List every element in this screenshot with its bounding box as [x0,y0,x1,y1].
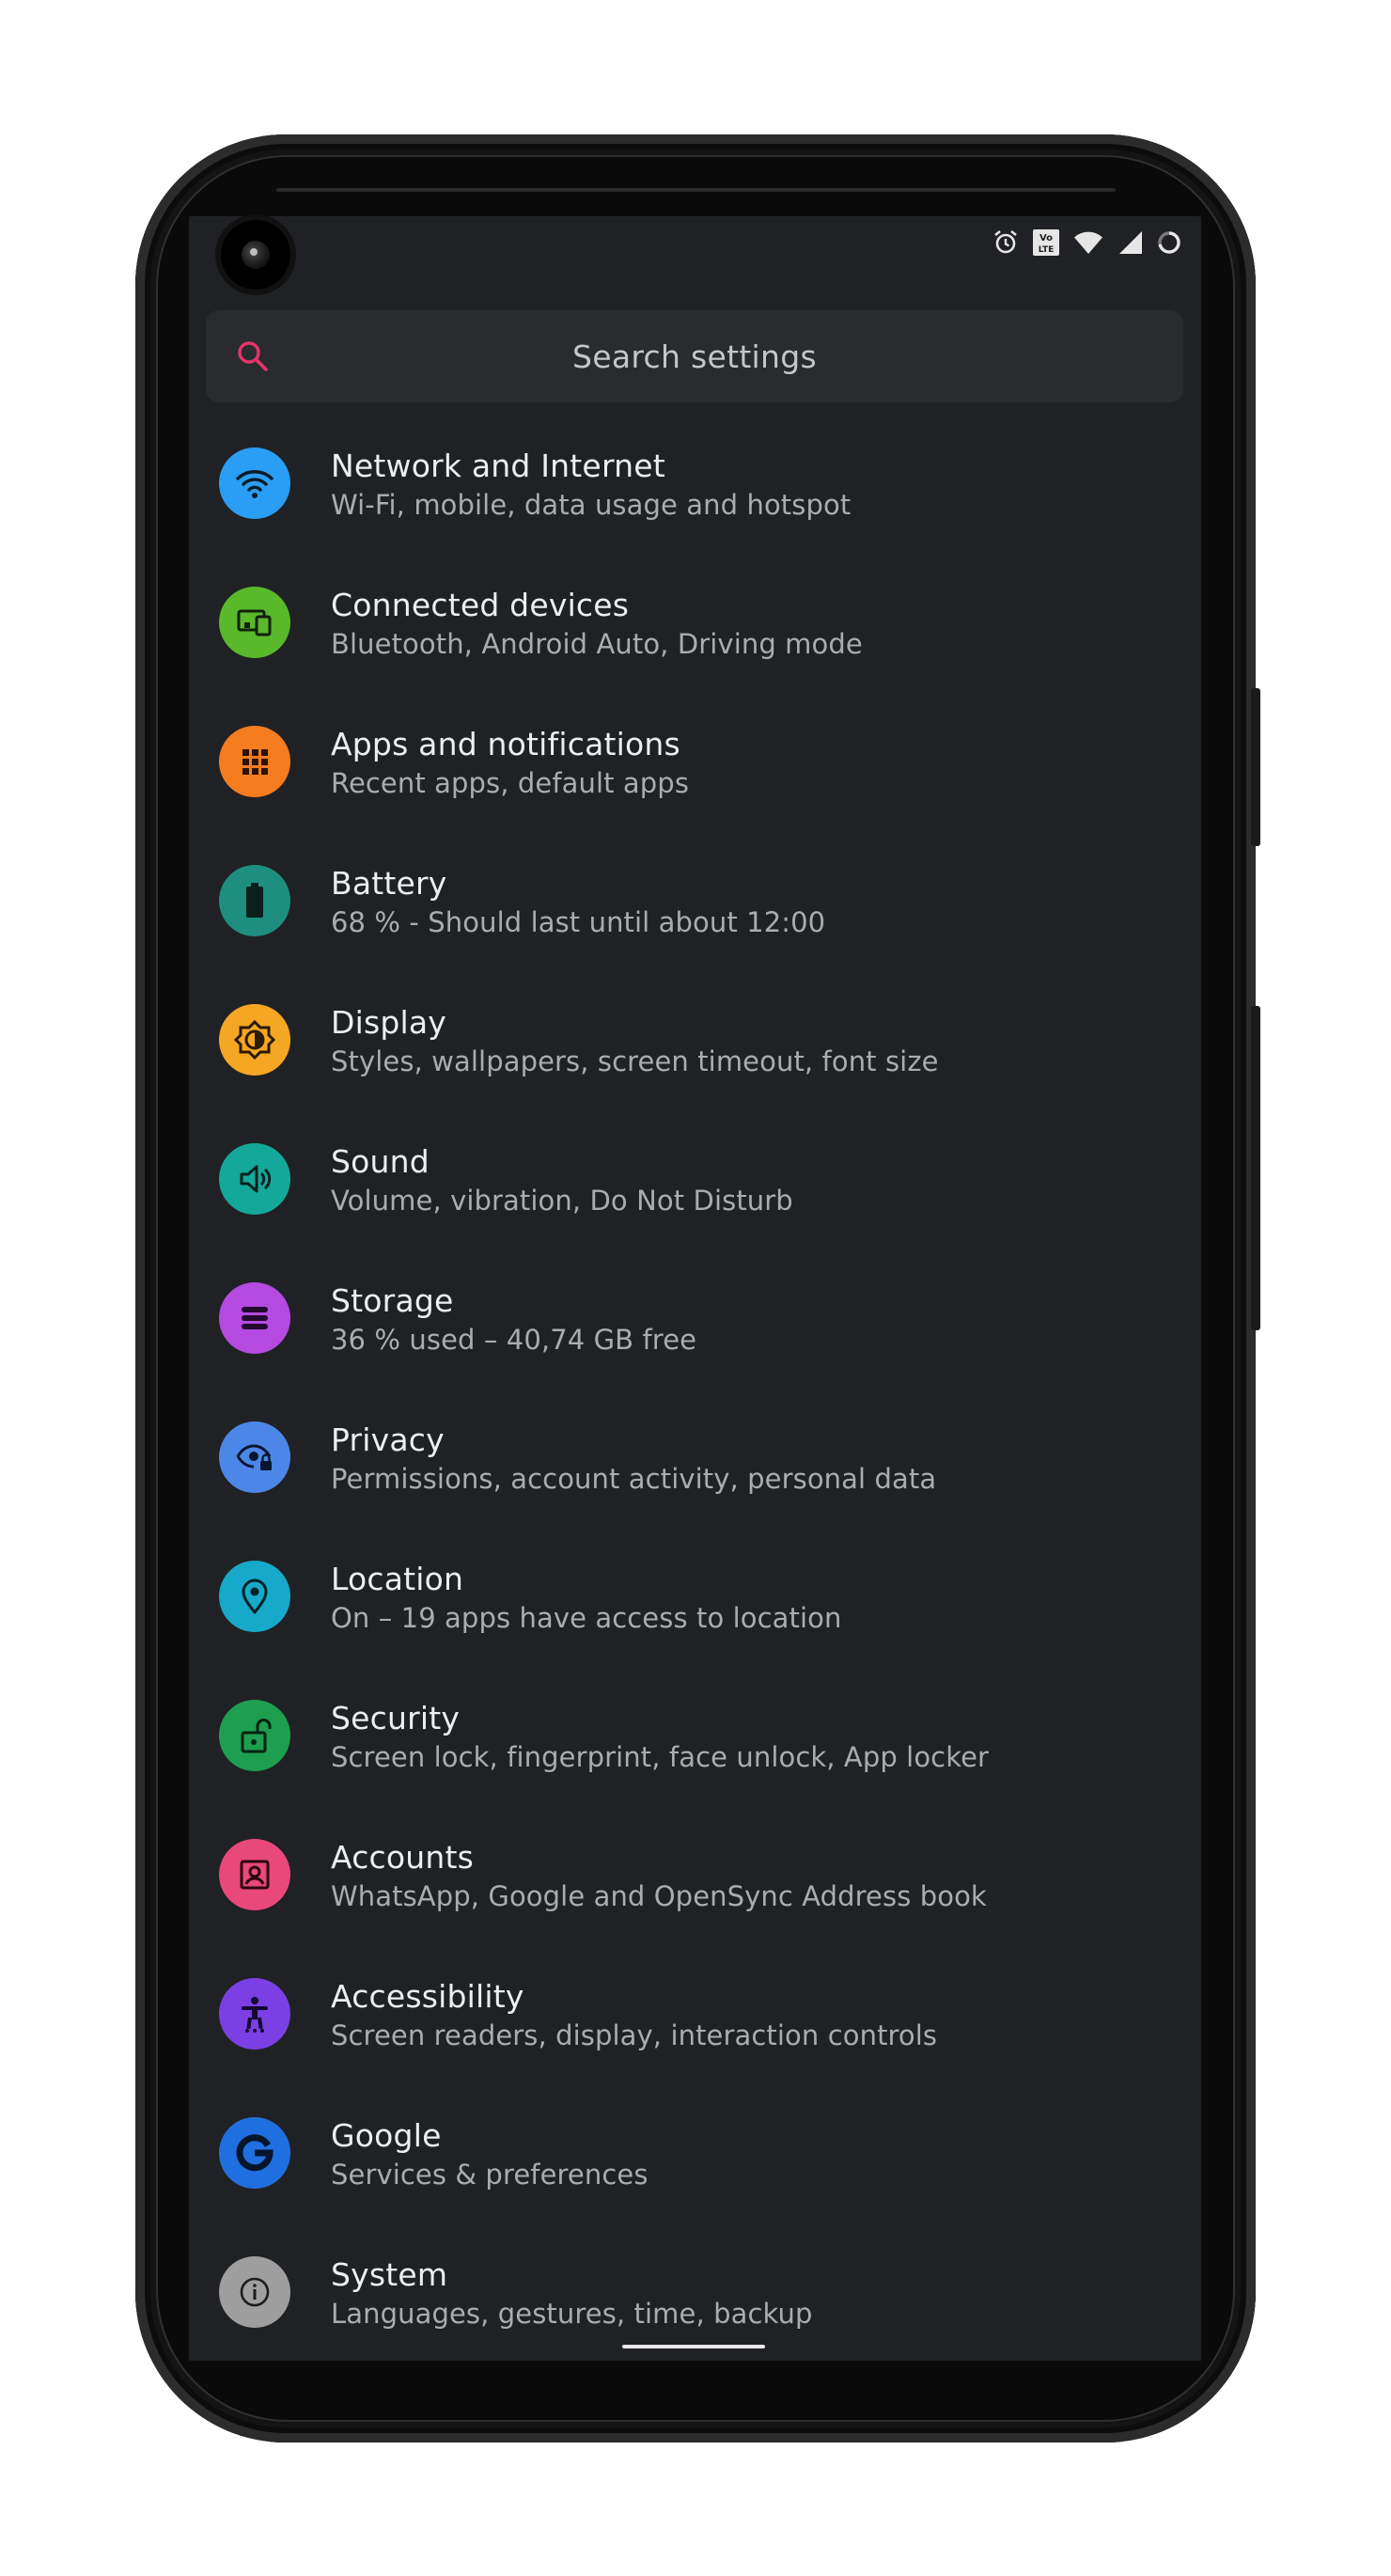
info-icon [219,2256,290,2328]
settings-item-connected-devices[interactable]: Connected devices Bluetooth, Android Aut… [189,553,1201,692]
settings-item-subtitle: Permissions, account activity, personal … [331,1463,937,1495]
svg-text:Vo: Vo [1039,233,1053,243]
settings-item-title: System [331,2256,448,2293]
google-g-icon [219,2117,290,2189]
settings-item-subtitle: Languages, gestures, time, backup [331,2298,813,2330]
battery-status-icon [1156,229,1182,256]
volume-rocker [1251,1006,1260,1330]
settings-item-google[interactable]: Google Services & preferences [189,2083,1201,2223]
settings-item-title: Accessibility [331,1978,524,2015]
settings-item-title: Security [331,1700,461,1736]
status-bar: Vo LTE [189,216,1201,273]
settings-item-subtitle: WhatsApp, Google and OpenSync Address bo… [331,1880,987,1912]
settings-item-title: Apps and notifications [331,726,680,762]
settings-item-subtitle: Volume, vibration, Do Not Disturb [331,1185,793,1217]
settings-item-subtitle: Recent apps, default apps [331,767,690,799]
settings-item-security[interactable]: Security Screen lock, fingerprint, face … [189,1666,1201,1805]
settings-item-subtitle: Wi-Fi, mobile, data usage and hotspot [331,489,852,521]
earpiece-speaker [276,188,1116,192]
settings-item-title: Connected devices [331,587,630,623]
settings-item-subtitle: Services & preferences [331,2159,649,2191]
location-pin-icon [219,1561,290,1632]
accessibility-icon [219,1978,290,2050]
settings-item-battery[interactable]: Battery 68 % - Should last until about 1… [189,831,1201,970]
settings-item-title: Network and Internet [331,448,665,484]
devices-icon [219,587,290,658]
camera-lens [242,241,270,269]
settings-item-subtitle: 36 % used – 40,74 GB free [331,1324,697,1356]
settings-item-title: Battery [331,865,447,902]
settings-item-subtitle: On – 19 apps have access to location [331,1602,842,1634]
settings-item-accessibility[interactable]: Accessibility Screen readers, display, i… [189,1944,1201,2083]
apps-grid-icon [219,726,290,797]
settings-item-sound[interactable]: Sound Volume, vibration, Do Not Disturb [189,1109,1201,1249]
settings-item-title: Accounts [331,1839,475,1876]
settings-item-subtitle: Screen lock, fingerprint, face unlock, A… [331,1741,990,1773]
wifi-status-icon [1073,230,1103,255]
privacy-eye-icon [219,1422,290,1493]
volume-icon [219,1143,290,1215]
volte-icon: Vo LTE [1032,228,1060,257]
settings-list: Network and Internet Wi-Fi, mobile, data… [189,414,1201,2361]
settings-item-title: Location [331,1561,464,1597]
settings-item-title: Google [331,2117,442,2154]
unlock-icon [219,1700,290,1771]
settings-item-location[interactable]: Location On – 19 apps have access to loc… [189,1527,1201,1666]
settings-item-title: Sound [331,1143,430,1180]
account-box-icon [219,1839,290,1910]
settings-item-title: Privacy [331,1422,445,1458]
battery-icon [219,865,290,936]
status-icons: Vo LTE [992,228,1182,257]
settings-item-subtitle: Screen readers, display, interaction con… [331,2019,938,2051]
settings-item-title: Storage [331,1282,454,1319]
settings-item-privacy[interactable]: Privacy Permissions, account activity, p… [189,1388,1201,1527]
svg-text:LTE: LTE [1039,245,1055,255]
cell-signal-icon [1117,230,1143,255]
settings-item-title: Display [331,1004,447,1041]
brightness-icon [219,1004,290,1076]
settings-item-accounts[interactable]: Accounts WhatsApp, Google and OpenSync A… [189,1805,1201,1944]
home-gesture-bar[interactable] [622,2345,765,2348]
settings-item-apps[interactable]: Apps and notifications Recent apps, defa… [189,692,1201,831]
power-button [1251,688,1260,846]
settings-item-display[interactable]: Display Styles, wallpapers, screen timeo… [189,970,1201,1109]
settings-item-subtitle: Styles, wallpapers, screen timeout, font… [331,1045,939,1077]
settings-item-system[interactable]: System Languages, gestures, time, backup [189,2223,1201,2361]
settings-item-subtitle: Bluetooth, Android Auto, Driving mode [331,628,863,660]
settings-item-storage[interactable]: Storage 36 % used – 40,74 GB free [189,1249,1201,1388]
search-placeholder: Search settings [572,338,817,375]
settings-screen: Vo LTE Search settings Network and Intern… [189,216,1201,2361]
settings-item-network[interactable]: Network and Internet Wi-Fi, mobile, data… [189,414,1201,553]
settings-item-subtitle: 68 % - Should last until about 12:00 [331,906,826,938]
search-bar[interactable]: Search settings [206,310,1183,402]
wifi-icon [219,448,290,519]
storage-icon [219,1282,290,1354]
alarm-icon [992,229,1019,256]
front-camera [221,220,290,290]
